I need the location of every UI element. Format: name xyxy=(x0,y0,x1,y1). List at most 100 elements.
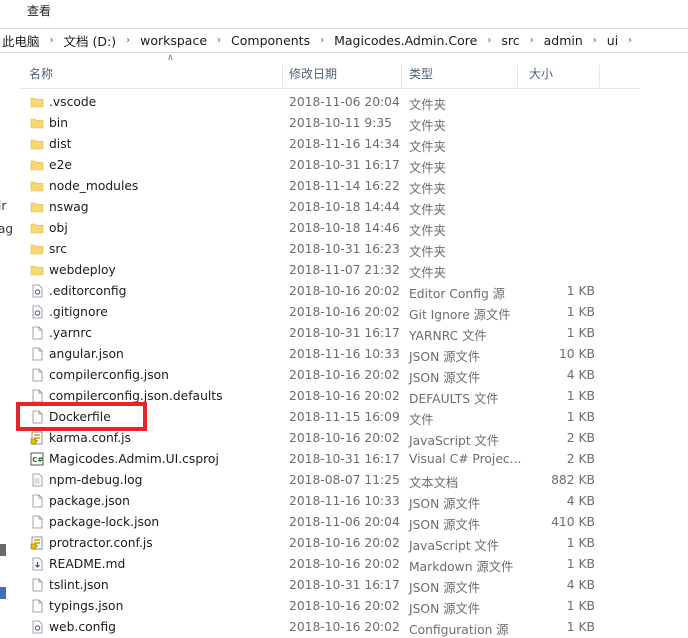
file-date: 2018-10-16 20:02 xyxy=(289,305,400,319)
chevron-right-icon[interactable]: › xyxy=(620,35,640,46)
file-size: 4 KB xyxy=(566,494,595,508)
file-list: .vscode 2018-11-06 20:04 文件夹 bin 2018-10-11 … xyxy=(20,92,640,638)
breadcrumb-item[interactable]: src xyxy=(499,33,521,48)
script-file-icon xyxy=(30,536,44,550)
file-name: node_modules xyxy=(49,179,139,193)
file-type: Git Ignore 源文件 xyxy=(409,308,511,322)
file-icon xyxy=(30,368,44,382)
file-type: JavaScript 文件 xyxy=(409,434,500,448)
file-size: 1 KB xyxy=(566,389,595,403)
file-name: .yarnrc xyxy=(49,326,92,340)
breadcrumb-item[interactable]: 此电脑 xyxy=(0,31,42,50)
column-date[interactable]: 修改日期 xyxy=(289,65,402,87)
file-icon xyxy=(30,326,44,340)
file-name: npm-debug.log xyxy=(49,473,143,487)
file-size: 1 KB xyxy=(566,305,595,319)
nav-item-icon xyxy=(0,587,6,599)
file-type: JSON 源文件 xyxy=(409,350,481,364)
file-date: 2018-10-16 20:02 xyxy=(289,389,400,403)
table-row[interactable]: dist 2018-11-16 14:34 文件夹 xyxy=(20,134,640,155)
breadcrumb-item[interactable]: admin xyxy=(542,33,585,48)
file-type: 文件夹 xyxy=(409,98,446,112)
file-date: 2018-08-07 11:25 xyxy=(289,473,400,487)
table-row[interactable]: obj 2018-10-18 14:46 文件夹 xyxy=(20,218,640,239)
chevron-right-icon[interactable]: › xyxy=(522,35,542,46)
file-name: web.config xyxy=(49,620,116,634)
table-row[interactable]: .editorconfig 2018-10-16 20:02 Editor Conf… xyxy=(20,281,640,302)
file-name: compilerconfig.json xyxy=(49,368,169,382)
breadcrumb-item[interactable]: Components xyxy=(229,33,312,48)
table-row[interactable]: typings.json 2018-10-16 20:02 JSON 源文件 1 KB xyxy=(20,596,640,617)
file-type: 文件 xyxy=(409,413,434,427)
breadcrumb-item[interactable]: workspace xyxy=(138,33,209,48)
file-name: nswag xyxy=(49,200,89,214)
column-size[interactable]: 大小 xyxy=(529,65,600,87)
folder-icon xyxy=(30,95,44,109)
folder-icon xyxy=(30,263,44,277)
csharp-project-icon: C# xyxy=(30,452,44,466)
gear-file-icon xyxy=(30,284,44,298)
text-file-icon xyxy=(30,473,44,487)
table-row[interactable]: src 2018-10-31 16:23 文件夹 xyxy=(20,239,640,260)
table-row[interactable]: node_modules 2018-11-14 16:22 文件夹 xyxy=(20,176,640,197)
file-type: 文件夹 xyxy=(409,224,446,238)
file-name: .vscode xyxy=(49,95,97,109)
file-name: Magicodes.Admim.UI.csproj xyxy=(49,452,219,466)
table-row[interactable]: package-lock.json 2018-11-06 20:04 JSON 源文… xyxy=(20,512,640,533)
folder-icon xyxy=(30,137,44,151)
ribbon-tab-view[interactable]: 查看 xyxy=(27,2,51,19)
table-row[interactable]: npm-debug.log 2018-08-07 11:25 文本文档 882 KB xyxy=(20,470,640,491)
table-row[interactable]: .yarnrc 2018-10-31 16:17 YARNRC 文件 1 KB xyxy=(20,323,640,344)
file-name: protractor.conf.js xyxy=(49,536,153,550)
table-row[interactable]: webdeploy 2018-11-07 21:32 文件夹 xyxy=(20,260,640,281)
table-row[interactable]: tslint.json 2018-10-31 16:17 JSON 源文件 4 KB xyxy=(20,575,640,596)
table-row[interactable]: nswag 2018-10-18 14:44 文件夹 xyxy=(20,197,640,218)
file-type: 文件夹 xyxy=(409,245,446,259)
file-type: JSON 源文件 xyxy=(409,581,481,595)
file-type: Visual C# Projec... xyxy=(409,452,522,466)
table-row[interactable]: karma.conf.js 2018-10-16 20:02 JavaScript … xyxy=(20,428,640,449)
file-date: 2018-11-15 16:09 xyxy=(289,410,400,424)
nav-item-cut[interactable]: ir xyxy=(0,199,6,213)
column-type[interactable]: 类型 xyxy=(409,65,518,87)
table-row[interactable]: package.json 2018-11-16 10:33 JSON 源文件 4 KB xyxy=(20,491,640,512)
chevron-right-icon[interactable]: › xyxy=(42,35,62,46)
file-name: angular.json xyxy=(49,347,124,361)
table-row[interactable]: README.md 2018-10-16 20:02 Markdown 源文件 1 K… xyxy=(20,554,640,575)
chevron-right-icon[interactable]: › xyxy=(118,35,138,46)
file-date: 2018-10-16 20:02 xyxy=(289,599,400,613)
file-date: 2018-10-31 16:17 xyxy=(289,578,400,592)
breadcrumb-item[interactable]: ui xyxy=(605,33,620,48)
table-row[interactable]: protractor.conf.js 2018-10-16 20:02 JavaSc… xyxy=(20,533,640,554)
navigation-pane[interactable]: ir ag xyxy=(0,52,12,635)
breadcrumb-item[interactable]: 文档 (D:) xyxy=(62,31,119,50)
file-date: 2018-10-16 20:02 xyxy=(289,620,400,634)
file-size: 1 KB xyxy=(566,599,595,613)
table-row[interactable]: compilerconfig.json 2018-10-16 20:02 JSON … xyxy=(20,365,640,386)
file-date: 2018-10-31 16:23 xyxy=(289,242,400,256)
file-date: 2018-11-16 14:34 xyxy=(289,137,400,151)
file-name: obj xyxy=(49,221,68,235)
breadcrumb-item[interactable]: Magicodes.Admin.Core xyxy=(332,33,479,48)
file-type: 文本文档 xyxy=(409,476,459,490)
file-date: 2018-10-16 20:02 xyxy=(289,284,400,298)
file-icon xyxy=(30,599,44,613)
file-type: JSON 源文件 xyxy=(409,518,481,532)
chevron-right-icon[interactable]: › xyxy=(209,35,229,46)
table-row[interactable]: .vscode 2018-11-06 20:04 文件夹 xyxy=(20,92,640,113)
file-icon xyxy=(30,578,44,592)
chevron-right-icon[interactable]: › xyxy=(312,35,332,46)
table-row[interactable]: angular.json 2018-11-16 10:33 JSON 源文件 10 K… xyxy=(20,344,640,365)
column-name[interactable]: 名称 xyxy=(29,65,283,87)
ribbon: 查看 xyxy=(0,0,688,22)
breadcrumb: 此电脑 › 文档 (D:) › workspace › Components ›… xyxy=(0,28,688,53)
file-type: JSON 源文件 xyxy=(409,371,481,385)
table-row[interactable]: bin 2018-10-11 9:35 文件夹 xyxy=(20,113,640,134)
file-name: .gitignore xyxy=(49,305,108,319)
chevron-right-icon[interactable]: › xyxy=(585,35,605,46)
nav-item-cut[interactable]: ag xyxy=(0,222,12,236)
table-row[interactable]: e2e 2018-10-31 16:17 文件夹 xyxy=(20,155,640,176)
table-row[interactable]: C# Magicodes.Admim.UI.csproj 2018-10-31 16… xyxy=(20,449,640,470)
chevron-right-icon[interactable]: › xyxy=(479,35,499,46)
table-row[interactable]: .gitignore 2018-10-16 20:02 Git Ignore 源文件… xyxy=(20,302,640,323)
